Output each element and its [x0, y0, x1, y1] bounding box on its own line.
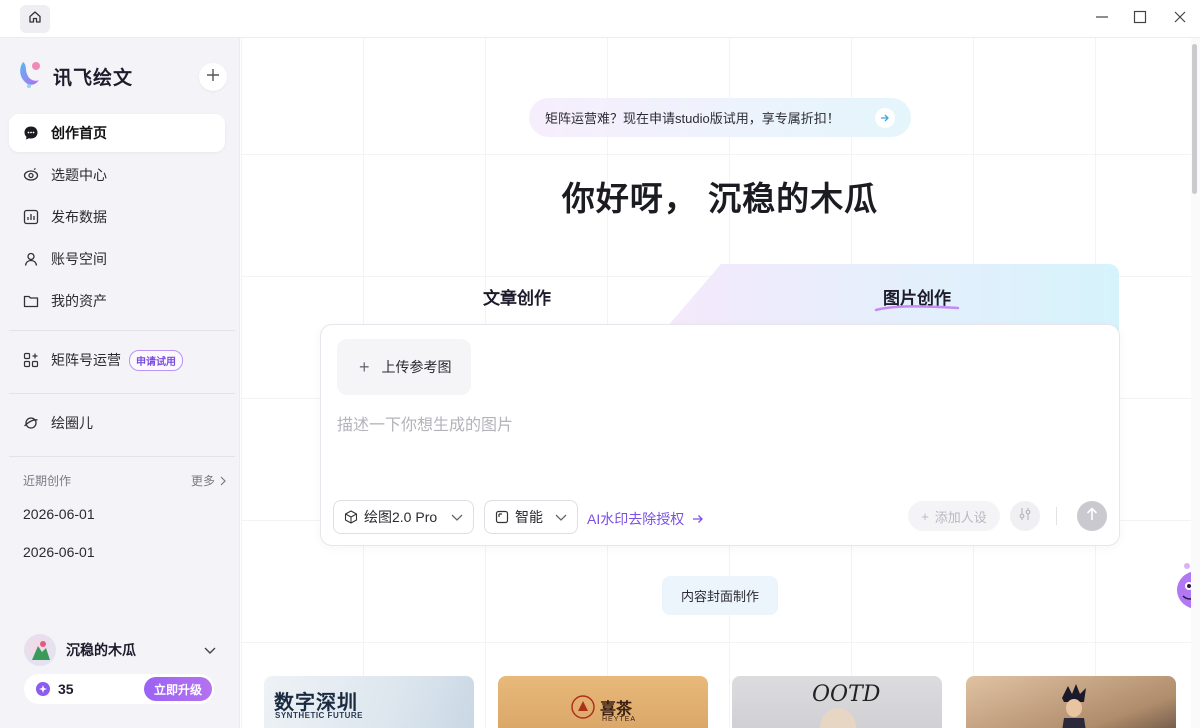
tab-article[interactable]: 文章创作 — [483, 284, 551, 309]
arrow-right-icon — [692, 514, 704, 524]
points-icon — [36, 682, 50, 696]
send-button[interactable] — [1077, 501, 1107, 531]
recent-more-link[interactable]: 更多 — [191, 472, 227, 489]
mascot-icon[interactable] — [1175, 558, 1191, 617]
chevron-right-icon — [219, 476, 227, 486]
nav-label: 我的资产 — [51, 293, 107, 309]
nav-label: 绘圈儿 — [51, 415, 93, 431]
tab-underline-decoration — [874, 300, 960, 318]
gallery-card-subtitle: HEYTEA — [602, 716, 637, 723]
nav-label: 选题中心 — [51, 167, 107, 183]
close-icon — [1173, 10, 1187, 29]
divider — [9, 456, 235, 457]
bar-chart-icon — [23, 209, 39, 225]
title-bar — [0, 0, 1200, 38]
user-icon — [23, 251, 39, 267]
prompt-input[interactable] — [337, 411, 1097, 481]
model-select[interactable]: 绘图2.0 Pro — [333, 500, 474, 534]
promo-text: 矩阵运营难？现在申请studio版试用，享专属折扣！ — [545, 111, 840, 126]
maximize-button[interactable] — [1130, 9, 1150, 29]
gallery-card-title: OOTD — [812, 682, 881, 707]
upgrade-button[interactable]: 立即升级 — [144, 677, 212, 701]
main-content: 矩阵运营难？现在申请studio版试用，享专属折扣！ 你好呀， 沉稳的木瓜 文章… — [241, 38, 1191, 728]
content-cover-chip[interactable]: 内容封面制作 — [662, 576, 778, 615]
gallery-card-subtitle: SYNTHETIC FUTURE — [275, 711, 363, 720]
minimize-icon — [1095, 10, 1109, 29]
folder-icon — [23, 293, 39, 309]
nav-label: 账号空间 — [51, 251, 107, 267]
close-button[interactable] — [1170, 9, 1190, 29]
chevron-down-icon — [451, 510, 463, 527]
more-label: 更多 — [191, 474, 216, 488]
upload-label: 上传参考图 — [381, 359, 452, 375]
gallery-card-figure — [1054, 684, 1094, 728]
nav-label: 创作首页 — [51, 125, 107, 141]
watermark-license-link[interactable]: AI水印去除授权 — [587, 509, 704, 529]
avatar — [24, 634, 56, 666]
arrow-up-icon — [1086, 506, 1098, 526]
points-balance: 35 立即升级 — [24, 674, 214, 704]
brand-mark-icon — [17, 58, 45, 95]
nav-item-publish-data[interactable]: 发布数据 — [9, 198, 225, 236]
brand-name: 讯飞绘文 — [53, 68, 134, 89]
new-creation-button[interactable] — [199, 63, 227, 91]
plus-icon: + — [921, 508, 929, 524]
divider — [1056, 507, 1057, 525]
divider — [9, 393, 235, 394]
cube-icon — [344, 510, 358, 524]
chat-bubble-icon — [23, 125, 39, 141]
planet-icon — [23, 415, 39, 431]
chevron-down-icon — [555, 510, 567, 527]
gallery-card-figure — [820, 708, 856, 728]
points-value: 35 — [58, 681, 74, 697]
add-persona-button[interactable]: + 添加人设 — [908, 501, 1000, 531]
chevron-down-icon[interactable] — [204, 642, 216, 660]
gallery-card[interactable]: OOTD — [732, 676, 942, 728]
nav-item-topics[interactable]: 选题中心 — [9, 156, 225, 194]
plus-icon — [206, 68, 220, 87]
nav-label: 发布数据 — [51, 209, 107, 225]
watermark-label: AI水印去除授权 — [587, 511, 685, 527]
model-value: 绘图2.0 Pro — [364, 509, 438, 525]
sidebar: 讯飞绘文 创作首页 选题中心 发布数据 账号空间 我的资产 矩阵号运营 申请试用… — [0, 38, 240, 728]
grid-plus-icon — [23, 352, 39, 368]
aspect-ratio-icon — [495, 510, 509, 524]
recent-item[interactable]: 2026-06-01 — [23, 544, 95, 560]
sliders-icon — [1018, 507, 1032, 526]
maximize-icon — [1133, 10, 1147, 29]
user-profile[interactable]: 沉稳的木瓜 — [24, 633, 220, 667]
user-name: 沉稳的木瓜 — [66, 642, 136, 658]
eye-icon — [23, 167, 39, 183]
promo-banner[interactable]: 矩阵运营难？现在申请studio版试用，享专属折扣！ — [529, 98, 911, 137]
apply-trial-badge[interactable]: 申请试用 — [129, 349, 183, 371]
recent-item[interactable]: 2026-06-01 — [23, 506, 95, 522]
nav-item-account[interactable]: 账号空间 — [9, 240, 225, 278]
nav-label: 矩阵号运营 — [51, 352, 121, 368]
upload-reference-button[interactable]: + 上传参考图 — [337, 339, 471, 395]
recent-section-title: 近期创作 — [23, 474, 72, 488]
gallery-card[interactable]: 数字深圳 SYNTHETIC FUTURE — [264, 676, 474, 728]
home-button[interactable] — [20, 5, 50, 33]
prompt-composer: + 上传参考图 绘图2.0 Pro 智能 AI水印去除授权 — [320, 324, 1120, 546]
add-persona-label: 添加人设 — [934, 509, 987, 525]
gallery-card[interactable] — [966, 676, 1176, 728]
gallery-card[interactable]: 喜茶 HEYTEA — [498, 676, 708, 728]
nav-item-matrix[interactable]: 矩阵号运营 申请试用 — [9, 341, 225, 379]
home-icon — [28, 10, 42, 29]
plus-icon: + — [359, 357, 370, 377]
greeting-title: 你好呀， 沉稳的木瓜 — [561, 180, 879, 217]
brand-logo[interactable]: 讯飞绘文 — [17, 58, 133, 95]
nav-item-assets[interactable]: 我的资产 — [9, 282, 225, 320]
ratio-select[interactable]: 智能 — [484, 500, 578, 534]
divider — [9, 330, 235, 331]
nav-item-home[interactable]: 创作首页 — [9, 114, 225, 152]
minimize-button[interactable] — [1092, 9, 1112, 29]
settings-button[interactable] — [1010, 501, 1040, 531]
scrollbar-thumb[interactable] — [1192, 44, 1197, 194]
arrow-right-icon — [875, 108, 895, 128]
ratio-value: 智能 — [515, 509, 543, 525]
nav-item-circle[interactable]: 绘圈儿 — [9, 404, 225, 442]
